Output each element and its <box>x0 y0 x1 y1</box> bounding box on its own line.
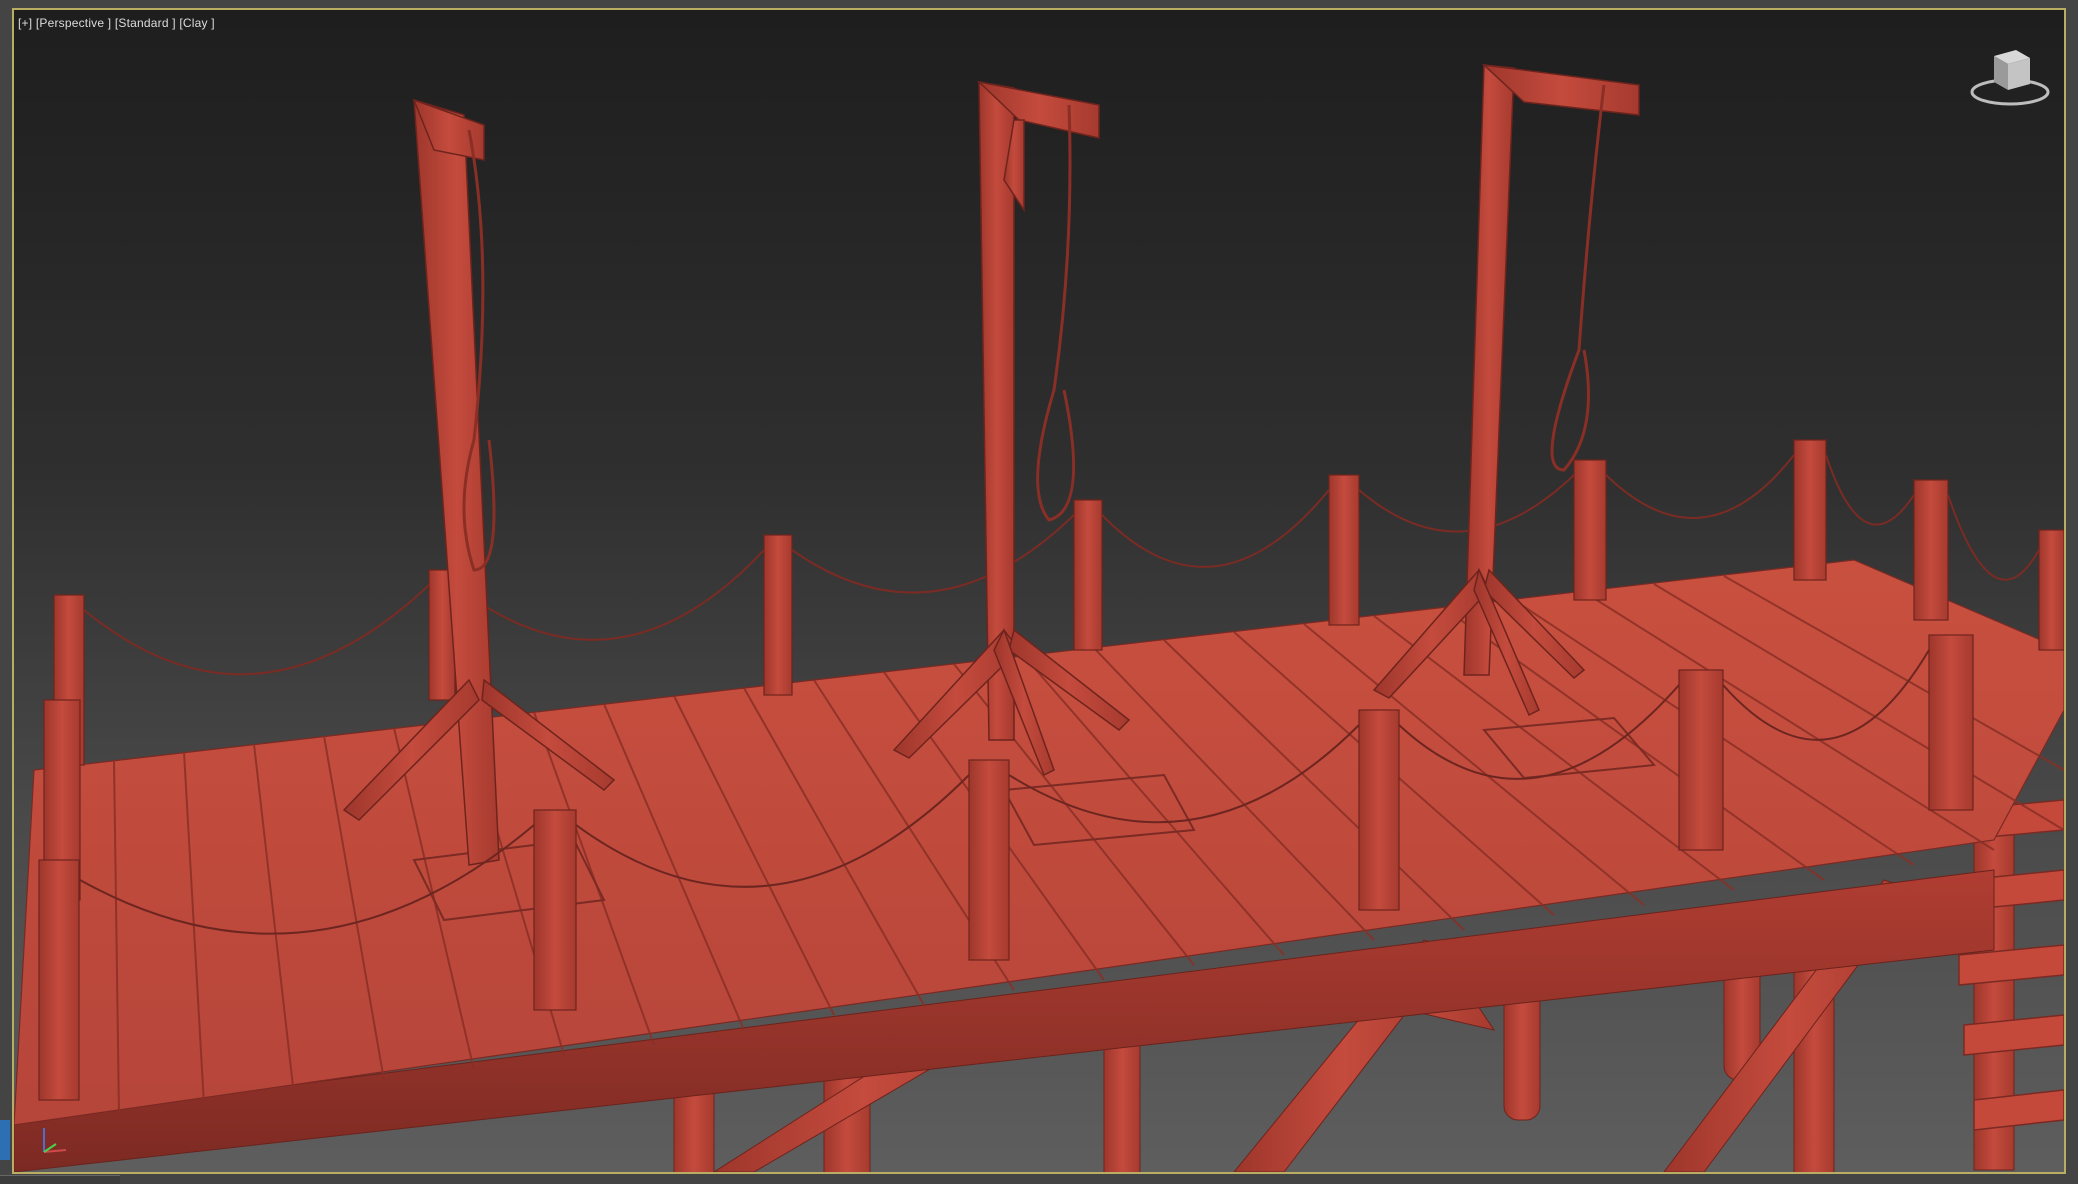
app-frame: [+] [Perspective ] [Standard ] [Clay ] <box>0 0 2078 1184</box>
axis-tripod-icon <box>43 1128 67 1153</box>
scene-render[interactable] <box>14 10 2064 1172</box>
bottom-status-tab[interactable] <box>0 1175 120 1184</box>
perspective-viewport[interactable]: [+] [Perspective ] [Standard ] [Clay ] <box>12 8 2066 1174</box>
left-panel-edge[interactable] <box>0 1120 10 1160</box>
noose-center <box>1036 104 1076 522</box>
noose-right <box>1550 84 1606 472</box>
viewcube-icon[interactable] <box>1968 42 2052 114</box>
